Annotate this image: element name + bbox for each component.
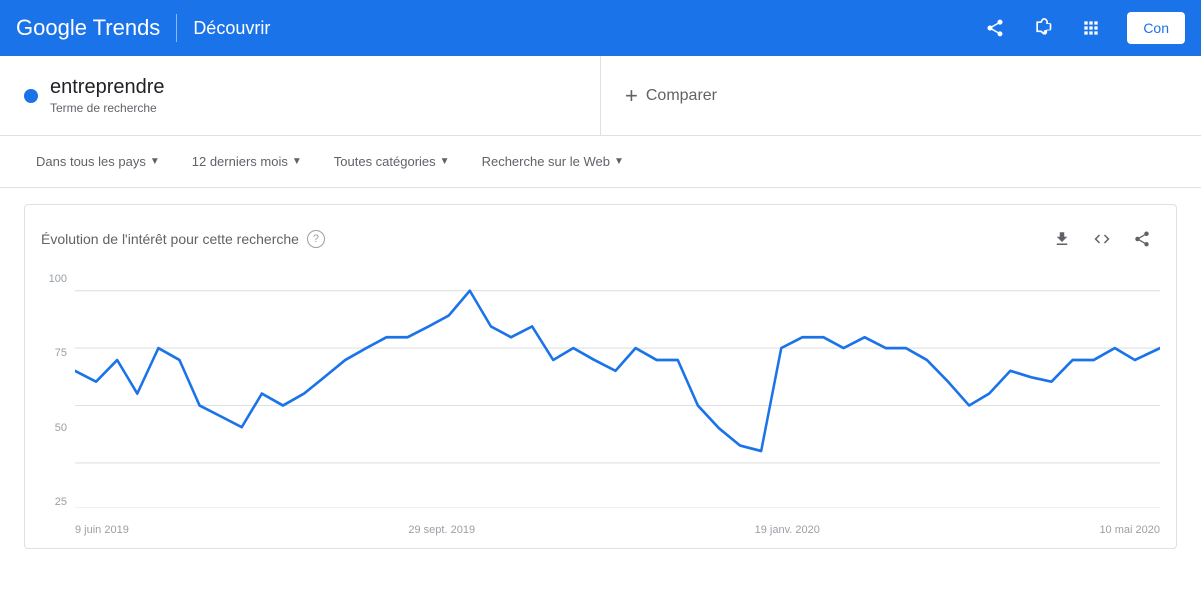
type-filter[interactable]: Recherche sur le Web ▼	[470, 148, 636, 175]
embed-button[interactable]	[1084, 221, 1120, 257]
chart-plot: 9 juin 2019 29 sept. 2019 19 janv. 2020 …	[75, 269, 1176, 540]
chart-section: Évolution de l'intérêt pour cette recher…	[24, 204, 1177, 549]
type-filter-arrow-icon: ▼	[614, 156, 624, 167]
chart-title-area: Évolution de l'intérêt pour cette recher…	[41, 230, 325, 248]
country-filter[interactable]: Dans tous les pays ▼	[24, 148, 172, 175]
connect-button[interactable]: Con	[1127, 12, 1185, 44]
share-button[interactable]	[975, 8, 1015, 48]
logo-area: Google Trends	[16, 15, 160, 41]
chart-actions	[1044, 221, 1160, 257]
search-term-text: entreprendre	[50, 76, 165, 99]
filters-row: Dans tous les pays ▼ 12 derniers mois ▼ …	[0, 136, 1201, 188]
search-section: entreprendre Terme de recherche + Compar…	[0, 56, 1201, 136]
period-filter-label: 12 derniers mois	[192, 154, 288, 169]
search-term-area: entreprendre Terme de recherche	[0, 56, 601, 135]
search-dot	[24, 89, 38, 103]
compare-label: Comparer	[646, 87, 717, 105]
type-filter-label: Recherche sur le Web	[482, 154, 610, 169]
chart-area: 100 75 50 25 9 juin 2019 29 sept. 2019 1…	[25, 269, 1176, 540]
y-label-50: 50	[33, 422, 67, 434]
feedback-button[interactable]	[1023, 8, 1063, 48]
header: Google Trends Découvrir Con	[0, 0, 1201, 56]
category-filter-arrow-icon: ▼	[440, 156, 450, 167]
category-filter[interactable]: Toutes catégories ▼	[322, 148, 462, 175]
apps-button[interactable]	[1071, 8, 1111, 48]
chart-svg	[75, 269, 1160, 529]
search-term-label: Terme de recherche	[50, 101, 165, 115]
help-icon[interactable]: ?	[307, 230, 325, 248]
compare-plus-icon: +	[625, 83, 638, 109]
y-label-100: 100	[33, 273, 67, 285]
download-button[interactable]	[1044, 221, 1080, 257]
y-label-75: 75	[33, 347, 67, 359]
compare-area: + Comparer	[601, 56, 1201, 135]
x-label-may: 10 mai 2020	[1099, 524, 1160, 536]
header-icons: Con	[975, 8, 1185, 48]
chart-share-button[interactable]	[1124, 221, 1160, 257]
search-term-content: entreprendre Terme de recherche	[50, 76, 165, 115]
country-filter-label: Dans tous les pays	[36, 154, 146, 169]
chart-title: Évolution de l'intérêt pour cette recher…	[41, 231, 299, 247]
x-label-june: 9 juin 2019	[75, 524, 129, 536]
header-divider	[176, 14, 177, 42]
y-label-25: 25	[33, 496, 67, 508]
chart-header: Évolution de l'intérêt pour cette recher…	[25, 221, 1176, 269]
logo-text: Google Trends	[16, 15, 160, 41]
country-filter-arrow-icon: ▼	[150, 156, 160, 167]
x-label-jan: 19 janv. 2020	[755, 524, 820, 536]
compare-button[interactable]: + Comparer	[625, 83, 717, 109]
header-title: Découvrir	[193, 18, 270, 39]
y-axis: 100 75 50 25	[25, 269, 75, 540]
category-filter-label: Toutes catégories	[334, 154, 436, 169]
period-filter-arrow-icon: ▼	[292, 156, 302, 167]
x-label-sept: 29 sept. 2019	[408, 524, 475, 536]
period-filter[interactable]: 12 derniers mois ▼	[180, 148, 314, 175]
